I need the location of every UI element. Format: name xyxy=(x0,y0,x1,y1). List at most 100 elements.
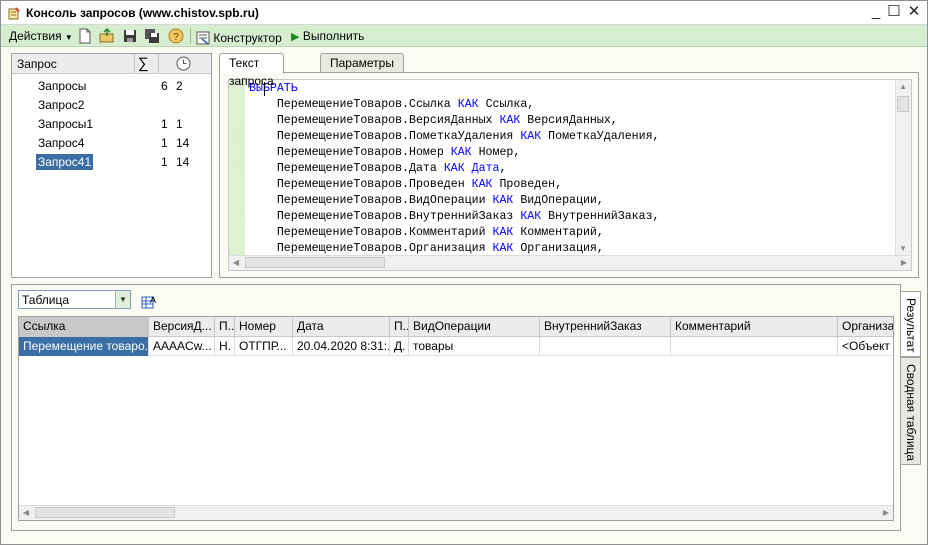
code-token: ПеремещениеТоваров.ВерсияДанных xyxy=(249,114,500,127)
scroll-left-icon[interactable]: ◀ xyxy=(19,506,33,520)
code-token: ВерсияДанных, xyxy=(520,114,618,127)
query-tree-header: Запрос ∑ xyxy=(12,54,211,74)
code-keyword: КАК xyxy=(450,146,472,159)
table-cell[interactable]: 20.04.2020 8:31:... xyxy=(293,337,390,356)
toolbar: Действия ▼ ? Конструктор ▶ Выполнить xyxy=(1,25,927,47)
actions-label: Действия xyxy=(9,29,62,43)
code-token: ПеремещениеТоваров.Дата xyxy=(249,162,444,175)
table-cell[interactable]: Перемещение товаро... xyxy=(19,337,149,356)
column-header[interactable]: Комментарий xyxy=(671,317,838,337)
code-line: ПеремещениеТоваров.ВнутреннийЗаказ КАК В… xyxy=(249,209,660,225)
tree-item[interactable]: Запросы 6 2 xyxy=(12,76,211,95)
query-column-header[interactable]: Запрос xyxy=(17,57,57,71)
sum-column-header[interactable]: ∑ xyxy=(138,55,149,73)
result-table-header: СсылкаВерсияД...П...НомерДатаП...ВидОпер… xyxy=(19,317,893,337)
tree-item-time: 2 xyxy=(176,79,183,93)
code-line: ПеремещениеТоваров.Ссылка КАК Ссылка, xyxy=(249,97,534,113)
editor-vertical-scrollbar[interactable]: ▲ ▼ xyxy=(895,80,911,256)
code-token: ПеремещениеТоваров.ВнутреннийЗаказ xyxy=(249,210,521,223)
table-cell[interactable]: товары xyxy=(409,337,540,356)
tab-query-text[interactable]: Текст запроса xyxy=(219,53,284,88)
table-cell[interactable] xyxy=(540,337,671,356)
table-settings-icon[interactable]: A xyxy=(141,293,157,309)
table-cell[interactable]: <Объект xyxy=(838,337,893,356)
column-header[interactable]: Дата xyxy=(293,317,390,337)
tab-parameters[interactable]: Параметры xyxy=(320,53,404,73)
tab-result[interactable]: Результат xyxy=(901,291,921,357)
code-token: ПеремещениеТоваров.Номер xyxy=(249,146,451,159)
table-cell[interactable]: AAAACw... xyxy=(149,337,215,356)
scroll-thumb[interactable] xyxy=(897,96,909,112)
code-token: ПеремещениеТоваров.Комментарий xyxy=(249,226,493,239)
tree-item-time: 1 xyxy=(176,117,183,131)
table-cell[interactable]: Д. xyxy=(390,337,409,356)
table-cell[interactable]: ОТГПР... xyxy=(235,337,293,356)
tree-item-name: Запросы xyxy=(38,79,87,93)
minimize-button[interactable]: _ xyxy=(867,3,885,21)
tree-item[interactable]: Запрос41 1 14 xyxy=(12,152,211,171)
help-icon[interactable]: ? xyxy=(168,28,184,44)
code-keyword: КАК xyxy=(492,194,514,207)
table-row[interactable]: Перемещение товаро... AAAACw... Н. ОТГПР...… xyxy=(19,337,893,356)
column-header[interactable]: П... xyxy=(215,317,235,337)
save-all-icon[interactable] xyxy=(144,28,160,44)
column-header[interactable]: Организа xyxy=(838,317,893,337)
query-text-editor[interactable]: ВЫБРАТЬ ПеремещениеТоваров.Ссылка КАК Сс… xyxy=(228,79,912,271)
code-token: ПометкаУдаления, xyxy=(541,130,660,143)
code-token: ПеремещениеТоваров.ВидОперации xyxy=(249,194,493,207)
designer-button[interactable]: Конструктор xyxy=(196,28,282,45)
editor-horizontal-scrollbar[interactable]: ◀ ▶ xyxy=(229,255,911,270)
code-token: ПеремещениеТоваров.ПометкаУдаления xyxy=(249,130,521,143)
code-keyword: КАК xyxy=(520,130,542,143)
code-token: Номер, xyxy=(471,146,521,159)
code-keyword: КАК xyxy=(499,114,521,127)
query-console-window: Консоль запросов (www.chistov.spb.ru) _ … xyxy=(0,0,928,545)
tree-item[interactable]: Запрос2 xyxy=(12,95,211,114)
column-header[interactable]: П... xyxy=(390,317,409,337)
tab-pivot-table[interactable]: Сводная таблица xyxy=(901,357,921,465)
table-cell[interactable] xyxy=(671,337,838,356)
maximize-button[interactable]: ☐ xyxy=(885,3,903,21)
code-token: ПеремещениеТоваров.Ссылка xyxy=(249,98,458,111)
scroll-left-icon[interactable]: ◀ xyxy=(229,256,243,270)
scroll-right-icon[interactable]: ▶ xyxy=(897,256,911,270)
view-mode-select[interactable]: Таблица ▼ xyxy=(18,290,131,309)
scroll-right-icon[interactable]: ▶ xyxy=(879,506,893,520)
scroll-up-icon[interactable]: ▲ xyxy=(896,80,910,94)
clock-icon[interactable] xyxy=(176,56,191,71)
code-token: ПеремещениеТоваров.Проведен xyxy=(249,178,472,191)
tree-item-time: 14 xyxy=(176,155,190,169)
tree-item[interactable]: Запросы1 1 1 xyxy=(12,114,211,133)
scroll-thumb[interactable] xyxy=(245,257,385,268)
actions-menu[interactable]: Действия ▼ xyxy=(9,28,73,44)
app-icon xyxy=(8,7,20,20)
tree-item[interactable]: Запрос4 1 14 xyxy=(12,133,211,152)
code-line: ПеремещениеТоваров.Комментарий КАК Комме… xyxy=(249,225,604,241)
save-icon[interactable] xyxy=(122,28,138,44)
view-mode-value: Таблица xyxy=(22,293,70,307)
execute-label: Выполнить xyxy=(302,29,365,43)
code-keyword: КАК xyxy=(492,242,514,255)
column-divider xyxy=(158,54,159,74)
column-header[interactable]: Ссылка xyxy=(19,317,149,337)
scroll-down-icon[interactable]: ▼ xyxy=(896,242,910,256)
column-header[interactable]: ВидОперации xyxy=(409,317,540,337)
code-token: Комментарий, xyxy=(513,226,604,239)
window-title: Консоль запросов (www.chistov.spb.ru) xyxy=(26,6,259,20)
result-horizontal-scrollbar[interactable]: ◀ ▶ xyxy=(19,505,893,520)
table-cell[interactable]: Н. xyxy=(215,337,235,356)
column-header[interactable]: Номер xyxy=(235,317,293,337)
column-header[interactable]: ВерсияД... xyxy=(149,317,215,337)
column-header[interactable]: ВнутреннийЗаказ xyxy=(540,317,671,337)
open-file-icon[interactable] xyxy=(99,28,115,44)
code-line: ПеремещениеТоваров.Дата КАК Дата, xyxy=(249,161,507,177)
code-token: Организация, xyxy=(513,242,604,255)
close-button[interactable]: ✕ xyxy=(905,3,923,21)
scroll-thumb[interactable] xyxy=(35,507,175,518)
chevron-down-icon[interactable]: ▼ xyxy=(115,291,130,308)
tree-item-name: Запросы1 xyxy=(38,117,94,131)
code-keyword: КАК xyxy=(471,178,493,191)
execute-button[interactable]: ▶ Выполнить xyxy=(291,28,364,44)
new-document-icon[interactable] xyxy=(77,28,93,44)
